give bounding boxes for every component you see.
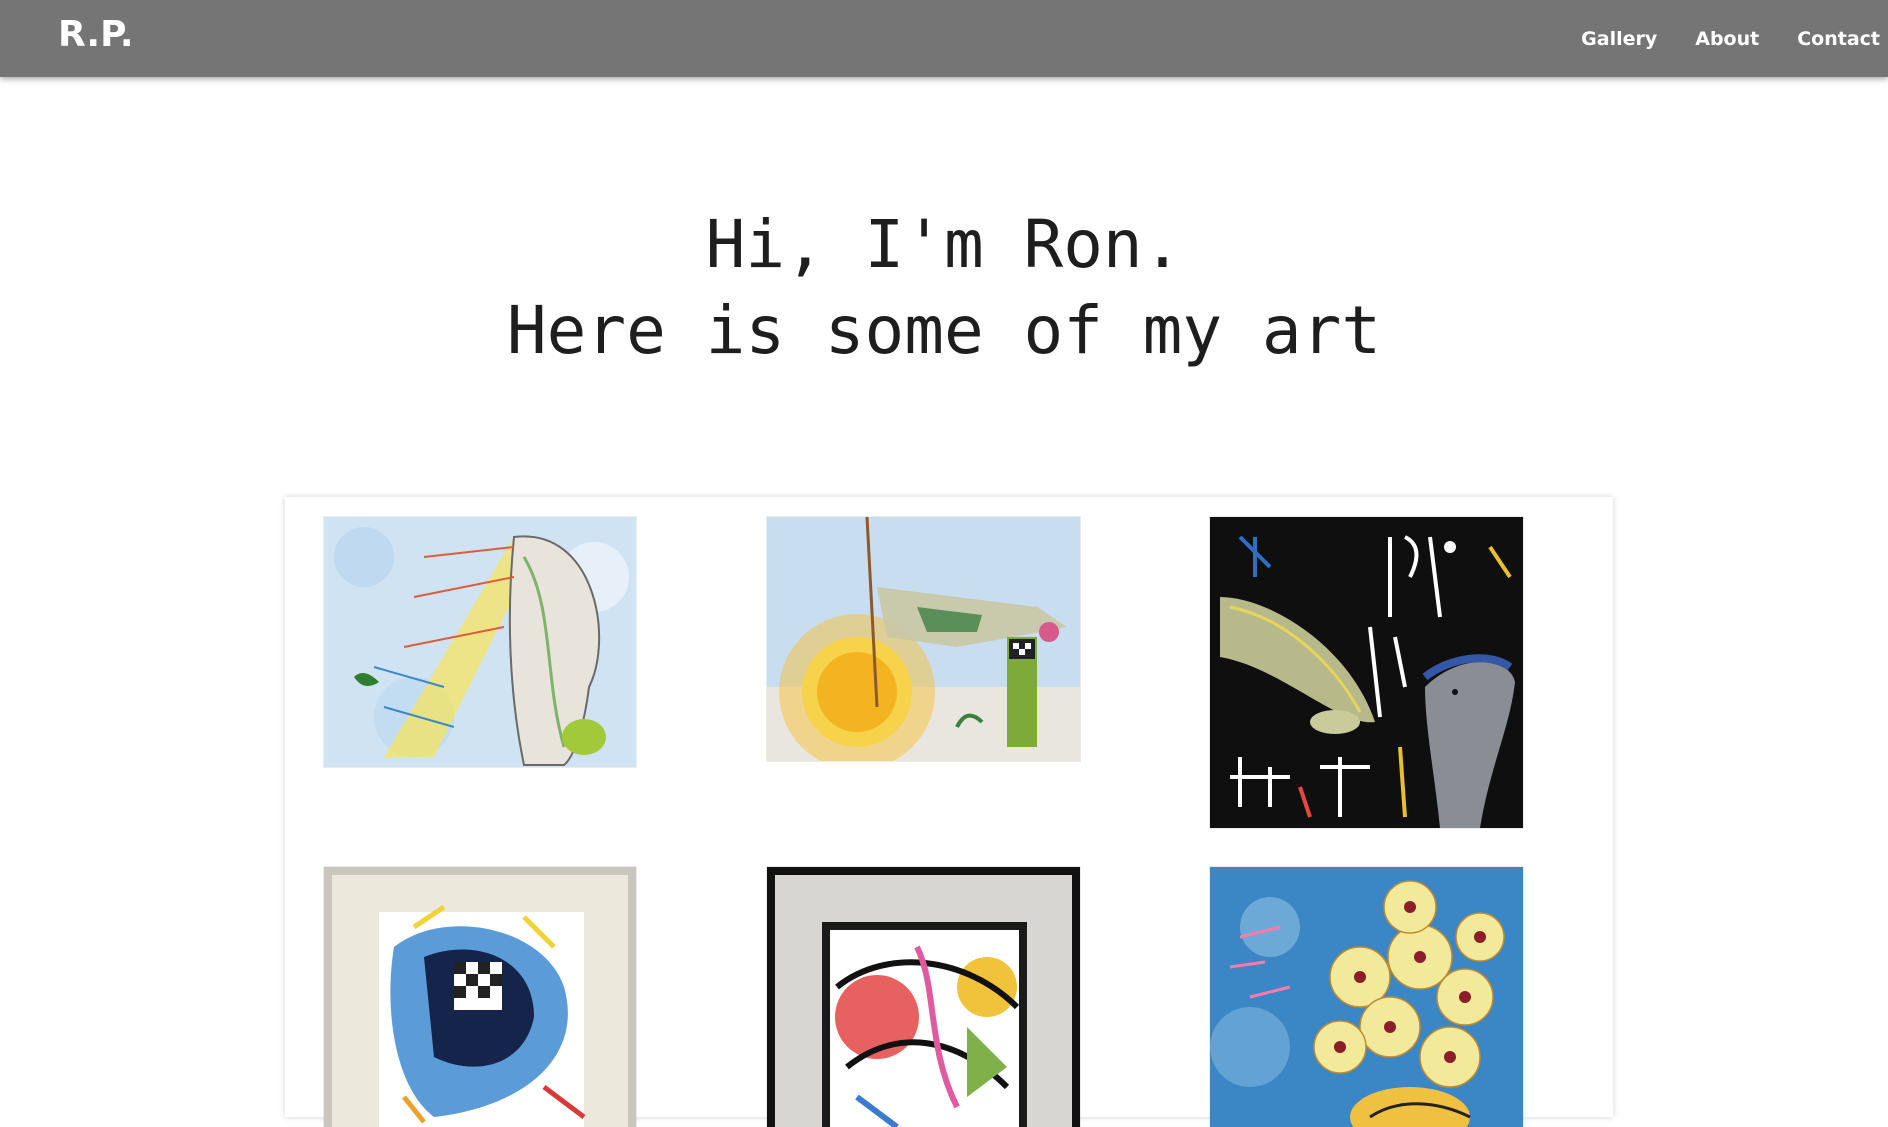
hero-subtitle: Here is some of my art [506, 292, 1382, 369]
artwork-yellow-flowers[interactable] [1210, 867, 1523, 1127]
artwork-framed-abstract-blue[interactable] [324, 867, 636, 1127]
hero-greeting: Hi, I'm Ron. [705, 206, 1183, 283]
nav-link-about[interactable]: About [1695, 28, 1759, 50]
artwork-sun-orb[interactable] [767, 517, 1080, 761]
artwork-feathered-profile[interactable] [324, 517, 636, 767]
artwork-dolphins-script[interactable] [1210, 517, 1523, 828]
nav-menu: Gallery About Contact [1543, 0, 1880, 77]
hero-heading: Hi, I'm Ron. Here is some of my art [0, 202, 1888, 374]
gallery-grid [285, 497, 1613, 1127]
nav-link-gallery[interactable]: Gallery [1581, 28, 1657, 50]
nav-link-contact[interactable]: Contact [1797, 28, 1880, 50]
top-navbar: R.P. Gallery About Contact [0, 0, 1888, 77]
artwork-framed-abstract-black[interactable] [767, 867, 1080, 1127]
brand-logo[interactable]: R.P. [58, 14, 134, 55]
